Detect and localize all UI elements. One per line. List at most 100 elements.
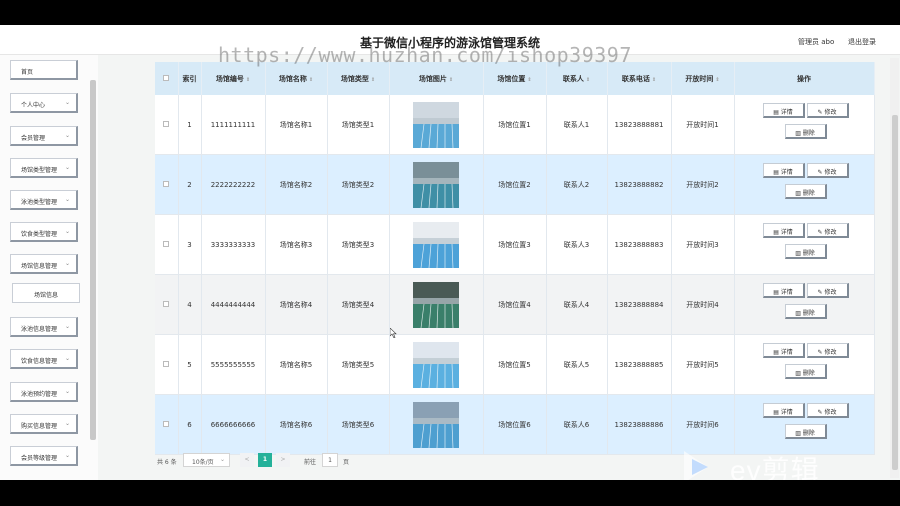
delete-button[interactable]: ▥ 删除 <box>784 424 827 439</box>
column-header-sortable[interactable]: 场馆位置 ⇕ <box>483 62 547 95</box>
select-all-checkbox[interactable] <box>163 74 170 81</box>
edit-button[interactable]: ✎ 修改 <box>806 163 849 178</box>
row-select-cell[interactable] <box>155 154 179 215</box>
delete-button[interactable]: ▥ 删除 <box>784 304 827 319</box>
select-all-cell[interactable] <box>155 62 179 95</box>
table-row: 1 1111111111 场馆名称1 场馆类型1 场馆位置1 联系人1 1382388888… <box>155 95 875 155</box>
delete-button[interactable]: ▥ 删除 <box>784 244 827 259</box>
current-user: 管理员 abo <box>798 38 835 46</box>
delete-button[interactable]: ▥ 删除 <box>784 364 827 379</box>
column-header-label: 联系人 <box>562 74 584 83</box>
sort-icon[interactable]: ⇕ <box>715 77 719 83</box>
cell-photo <box>389 214 484 275</box>
edit-button[interactable]: ✎ 修改 <box>806 223 849 238</box>
trash-icon: ▥ <box>795 310 803 317</box>
row-select-cell[interactable] <box>155 334 179 395</box>
goto-page-input[interactable]: 1 <box>322 453 338 467</box>
cell-name: 场馆名称3 <box>265 214 328 275</box>
chevron-down-icon: ⌄ <box>64 164 70 171</box>
row-select-cell[interactable] <box>155 95 179 155</box>
edit-button[interactable]: ✎ 修改 <box>806 283 849 298</box>
row-checkbox[interactable] <box>163 120 170 127</box>
cell-type: 场馆类型3 <box>327 214 390 275</box>
detail-button[interactable]: ▤ 详情 <box>762 283 805 298</box>
sidebar-item-venue-types[interactable]: 场馆类型管理 ⌄ <box>10 158 78 178</box>
delete-label: 删除 <box>802 250 815 257</box>
cell-phone: 13823888881 <box>607 95 672 155</box>
cell-contact: 联系人4 <box>546 274 608 335</box>
sidebar-item-venue-info[interactable]: 场馆信息管理 ⌄ <box>10 254 78 274</box>
sidebar-item-pool-info[interactable]: 泳池信息管理 ⌄ <box>10 317 78 337</box>
cell-type: 场馆类型6 <box>327 394 390 455</box>
detail-button[interactable]: ▤ 详情 <box>762 223 805 238</box>
detail-button[interactable]: ▤ 详情 <box>762 103 805 118</box>
sidebar-item-label: 个人中心 <box>21 102 46 109</box>
sidebar-item-label: 场馆类型管理 <box>21 167 58 174</box>
venue-photo <box>413 161 459 208</box>
sidebar-item-purchases[interactable]: 购买信息管理 ⌄ <box>10 414 78 434</box>
sidebar-item-profile[interactable]: 个人中心 ⌄ <box>10 93 78 113</box>
delete-button[interactable]: ▥ 删除 <box>784 184 827 199</box>
main-scrollbar-thumb[interactable] <box>892 115 898 470</box>
page-number-current[interactable]: 1 <box>258 453 272 467</box>
table-row: 3 3333333333 场馆名称3 场馆类型3 场馆位置3 联系人3 1382388888… <box>155 214 875 275</box>
next-page-button[interactable]: > <box>276 453 290 467</box>
cell-index: 5 <box>178 334 202 395</box>
row-checkbox[interactable] <box>163 240 170 247</box>
sort-icon[interactable]: ⇕ <box>309 77 313 83</box>
sidebar-item-pool-types[interactable]: 泳池类型管理 ⌄ <box>10 190 78 210</box>
sidebar-item-label: 泳池类型管理 <box>21 199 58 206</box>
row-select-cell[interactable] <box>155 214 179 275</box>
trash-icon: ▥ <box>795 370 803 377</box>
sort-icon[interactable]: ⇕ <box>527 77 531 83</box>
edit-button[interactable]: ✎ 修改 <box>806 403 849 418</box>
detail-icon: ▤ <box>773 289 781 296</box>
sidebar-scrollbar[interactable] <box>90 80 96 440</box>
cell-photo <box>389 334 484 395</box>
column-header-sortable[interactable]: 场馆编号 ⇕ <box>201 62 266 95</box>
detail-label: 详情 <box>780 109 793 116</box>
logout-button[interactable]: 退出登录 <box>848 37 876 47</box>
edit-label: 修改 <box>824 169 837 176</box>
cell-code: 1111111111 <box>201 95 266 155</box>
edit-button[interactable]: ✎ 修改 <box>806 103 849 118</box>
row-select-cell[interactable] <box>155 394 179 455</box>
sort-icon[interactable]: ⇕ <box>371 77 375 83</box>
column-header-sortable[interactable]: 联系电话 ⇕ <box>607 62 672 95</box>
sidebar-item-members[interactable]: 会员管理 ⌄ <box>10 126 78 146</box>
column-header-sortable[interactable]: 联系人 ⇕ <box>546 62 608 95</box>
cell-name: 场馆名称5 <box>265 334 328 395</box>
sidebar-item-food-info[interactable]: 饮食信息管理 ⌄ <box>10 349 78 369</box>
sort-icon[interactable]: ⇕ <box>586 77 590 83</box>
detail-button[interactable]: ▤ 详情 <box>762 403 805 418</box>
row-checkbox[interactable] <box>163 360 170 367</box>
row-checkbox[interactable] <box>163 300 170 307</box>
page-size-select[interactable]: 10条/页 ⌄ <box>183 453 230 467</box>
column-header-sortable[interactable]: 场馆名称 ⇕ <box>265 62 328 95</box>
sidebar-item-food-types[interactable]: 饮食类型管理 ⌄ <box>10 222 78 242</box>
sidebar-item-member-levels[interactable]: 会员等级管理 ⌄ <box>10 446 78 466</box>
sort-icon[interactable]: ⇕ <box>449 77 453 83</box>
sidebar-item-label: 会员等级管理 <box>21 455 58 462</box>
sidebar-item-home[interactable]: 首页 <box>10 60 78 80</box>
row-select-cell[interactable] <box>155 274 179 335</box>
row-checkbox[interactable] <box>163 420 170 427</box>
prev-page-button[interactable]: < <box>240 453 254 467</box>
column-header-sortable[interactable]: 开放时间 ⇕ <box>671 62 735 95</box>
detail-button[interactable]: ▤ 详情 <box>762 343 805 358</box>
cell-phone: 13823888884 <box>607 274 672 335</box>
venue-photo <box>413 281 459 328</box>
detail-button[interactable]: ▤ 详情 <box>762 163 805 178</box>
row-checkbox[interactable] <box>163 180 170 187</box>
column-header-sortable[interactable]: 场馆图片 ⇕ <box>389 62 484 95</box>
sort-icon[interactable]: ⇕ <box>652 77 656 83</box>
cell-location: 场馆位置6 <box>483 394 547 455</box>
sidebar-item-pool-booking[interactable]: 泳池预约管理 ⌄ <box>10 382 78 402</box>
cell-code: 3333333333 <box>201 214 266 275</box>
edit-button[interactable]: ✎ 修改 <box>806 343 849 358</box>
sidebar-subitem-venue-info[interactable]: 场馆信息 <box>12 283 80 303</box>
sort-icon[interactable]: ⇕ <box>246 77 250 83</box>
column-header-sortable[interactable]: 场馆类型 ⇕ <box>327 62 390 95</box>
cell-hours: 开放时间3 <box>671 214 735 275</box>
delete-button[interactable]: ▥ 删除 <box>784 124 827 139</box>
